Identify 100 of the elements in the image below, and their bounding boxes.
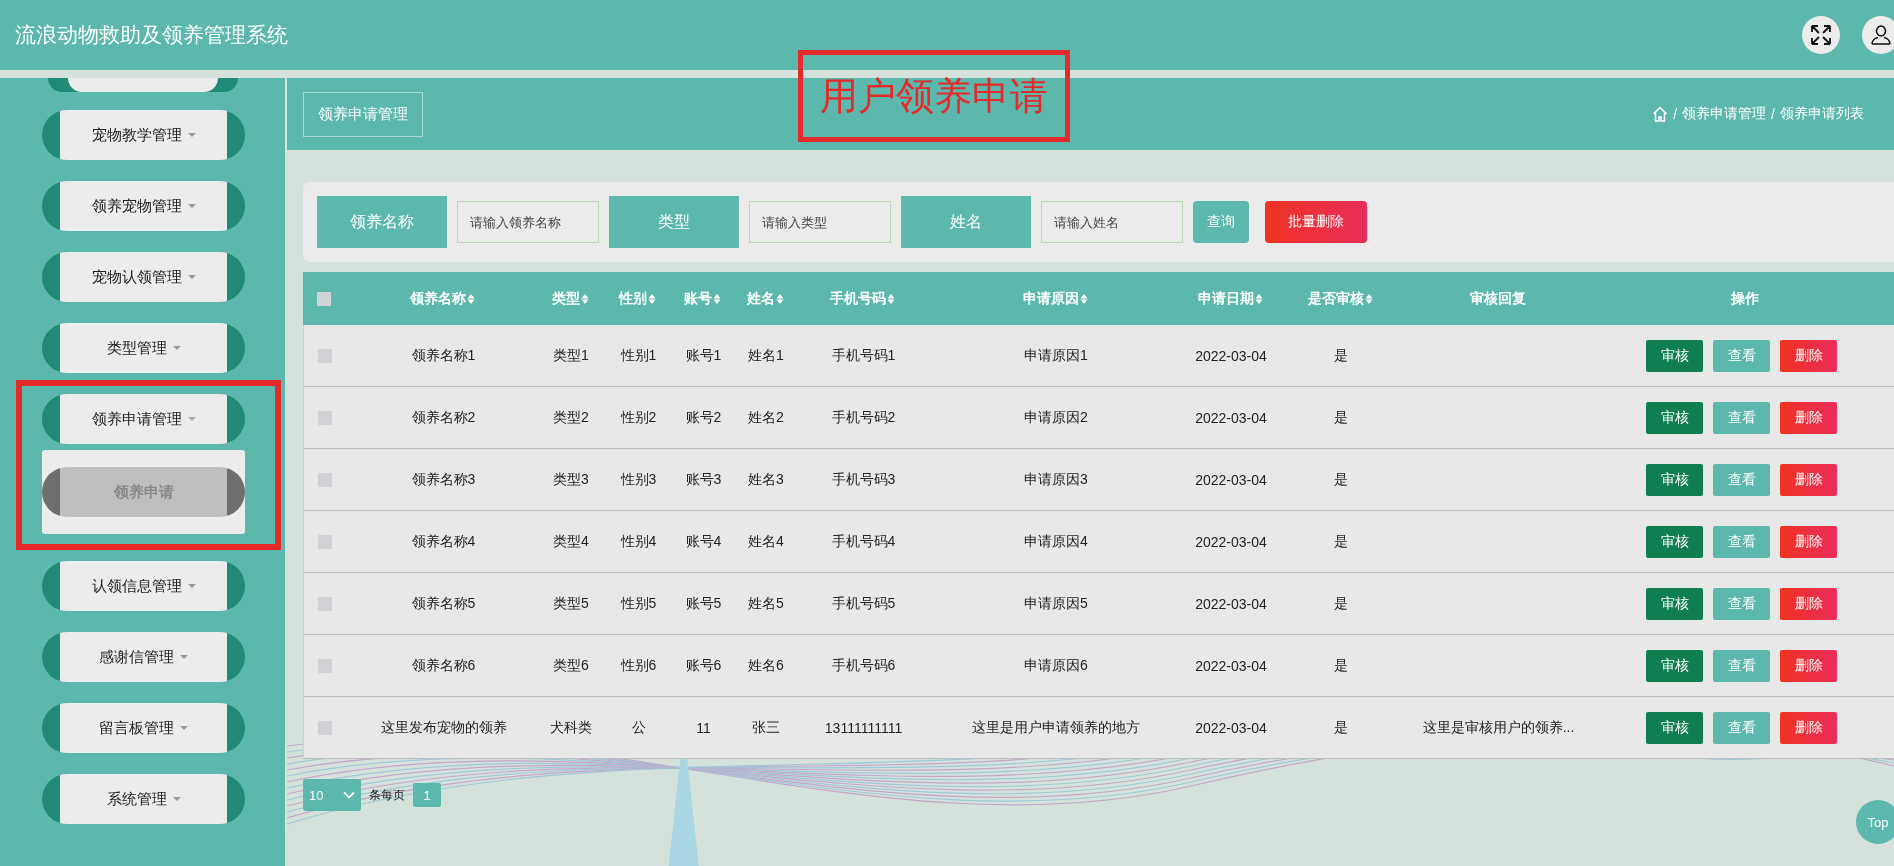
caret-icon: [172, 797, 181, 801]
menu-item[interactable]: 领养申请管理: [42, 394, 245, 444]
sort-icon[interactable]: [713, 292, 721, 305]
table-cell: 这里发布宠物的领养: [380, 718, 507, 737]
action-button[interactable]: 审核: [1646, 339, 1703, 372]
menu-item[interactable]: 宠物认领管理: [42, 252, 245, 302]
column-header[interactable]: 是否审核: [1307, 289, 1364, 308]
column-header[interactable]: 姓名: [746, 289, 775, 308]
table-cell: 性别4: [620, 532, 657, 551]
action-button[interactable]: 删除: [1780, 711, 1837, 744]
home-icon[interactable]: [1652, 106, 1669, 122]
sort-icon[interactable]: [1254, 292, 1263, 305]
table-cell: 手机号码5: [831, 594, 896, 613]
action-button[interactable]: 查看: [1713, 711, 1770, 744]
sort-icon[interactable]: [1079, 292, 1088, 305]
table-cell: 类型4: [553, 532, 589, 551]
breadcrumb-link[interactable]: 领养申请列表: [1780, 105, 1864, 123]
annotation-label: 用户领养申请: [820, 73, 1048, 119]
checkbox[interactable]: [318, 472, 332, 487]
table-cell: 账号4: [685, 532, 722, 551]
menu-item[interactable]: 领养宠物管理: [42, 181, 245, 231]
action-button[interactable]: 审核: [1646, 401, 1703, 434]
column-header[interactable]: 领养名称: [410, 289, 466, 308]
fullscreen-icon[interactable]: [1802, 16, 1840, 54]
menu-item[interactable]: 宠物教学管理: [42, 110, 245, 160]
table-cell: 领养名称2: [411, 408, 476, 427]
chevron-down-icon: [343, 791, 355, 799]
column-header[interactable]: 申请日期: [1197, 289, 1254, 308]
table-cell: 类型5: [553, 594, 589, 613]
checkbox[interactable]: [318, 658, 332, 673]
action-button[interactable]: 查看: [1713, 339, 1770, 372]
column-header[interactable]: 性别: [619, 289, 647, 308]
batch-delete-button[interactable]: 批量删除: [1265, 201, 1367, 243]
action-button[interactable]: 审核: [1646, 711, 1703, 744]
action-button[interactable]: 删除: [1780, 463, 1837, 496]
table-cell: 是: [1334, 408, 1348, 427]
breadcrumb-link[interactable]: 领养申请管理: [1682, 105, 1767, 123]
checkbox[interactable]: [317, 291, 331, 306]
checkbox[interactable]: [318, 348, 332, 363]
back-to-top-button[interactable]: Top: [1856, 800, 1894, 844]
table-cell: 2022-03-04: [1195, 533, 1267, 550]
action-button[interactable]: 查看: [1713, 401, 1770, 434]
checkbox[interactable]: [318, 410, 332, 425]
action-button[interactable]: 查看: [1713, 587, 1770, 620]
table-cell: 领养名称4: [411, 532, 476, 551]
search-field[interactable]: 请输入姓名: [1041, 201, 1183, 243]
menu-item[interactable]: 类型管理: [42, 323, 245, 373]
table-cell: 账号2: [685, 408, 722, 427]
column-header[interactable]: 类型: [551, 289, 580, 308]
action-button[interactable]: 查看: [1713, 463, 1770, 496]
action-button[interactable]: 审核: [1646, 525, 1703, 558]
page-button[interactable]: 1: [413, 783, 441, 807]
action-button[interactable]: 审核: [1646, 463, 1703, 496]
search-field[interactable]: 请输入类型: [749, 201, 891, 243]
page-size-select[interactable]: 10: [303, 779, 361, 811]
user-icon[interactable]: [1862, 16, 1894, 54]
action-button[interactable]: 审核: [1646, 587, 1703, 620]
action-button[interactable]: 删除: [1780, 401, 1837, 434]
table-cell: 领养名称6: [411, 656, 476, 675]
caret-icon: [187, 275, 196, 279]
sort-icon[interactable]: [467, 292, 475, 305]
table-cell: 姓名5: [748, 594, 784, 613]
table-cell: 这里是审核用户的领养...: [1422, 718, 1575, 737]
action-button[interactable]: 查看: [1713, 649, 1770, 682]
menu-item[interactable]: 认领信息管理: [42, 561, 245, 611]
action-button[interactable]: 查看: [1713, 525, 1770, 558]
sort-icon[interactable]: [580, 292, 589, 305]
table-cell: 是: [1334, 532, 1348, 551]
column-header: 操作: [1730, 289, 1759, 308]
sort-icon[interactable]: [887, 292, 895, 305]
action-button[interactable]: 审核: [1646, 649, 1703, 682]
caret-icon: [172, 346, 181, 350]
menu-item[interactable]: 留言板管理: [42, 703, 245, 753]
checkbox[interactable]: [318, 534, 332, 549]
sort-icon[interactable]: [1364, 292, 1373, 305]
sort-icon[interactable]: [775, 292, 784, 305]
table-cell: 11: [696, 719, 711, 736]
breadcrumb-separator: /: [1771, 106, 1775, 122]
column-header[interactable]: 账号: [684, 289, 712, 308]
column-header[interactable]: 手机号码: [830, 289, 886, 308]
app-title: 流浪动物救助及领养管理系统: [15, 22, 288, 48]
breadcrumb-separator: /: [1673, 106, 1678, 122]
checkbox[interactable]: [318, 596, 332, 611]
action-button[interactable]: 删除: [1780, 339, 1837, 372]
menu-item[interactable]: 系统管理: [42, 774, 245, 824]
field-label: 领养名称: [317, 196, 447, 248]
menu-item[interactable]: 感谢信管理: [42, 632, 245, 682]
table-cell: 账号3: [685, 470, 722, 489]
query-button[interactable]: 查询: [1193, 201, 1249, 243]
table-cell: 姓名2: [748, 408, 784, 427]
checkbox[interactable]: [318, 720, 332, 735]
table-cell: 2022-03-04: [1195, 471, 1267, 488]
column-header[interactable]: 申请原因: [1022, 289, 1079, 308]
action-button[interactable]: 删除: [1780, 649, 1837, 682]
action-button[interactable]: 删除: [1780, 525, 1837, 558]
table-cell: 性别1: [620, 346, 657, 365]
table-cell: 手机号码4: [831, 532, 896, 551]
search-field[interactable]: 请输入领养名称: [457, 201, 599, 243]
action-button[interactable]: 删除: [1780, 587, 1837, 620]
sort-icon[interactable]: [648, 292, 656, 305]
